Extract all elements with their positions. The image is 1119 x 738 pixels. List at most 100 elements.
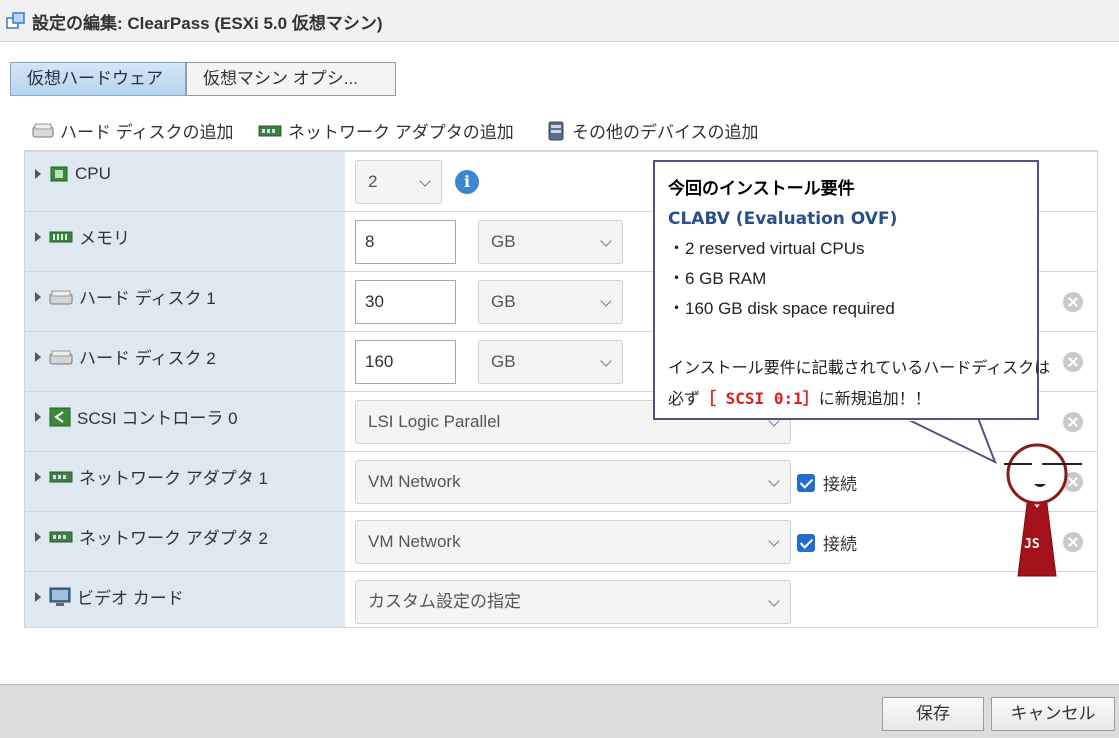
hard-disk-2-label: ハード ディスク 2 — [35, 344, 216, 369]
remove-scsi-controller-icon[interactable] — [1063, 412, 1083, 432]
cancel-button[interactable]: キャンセル — [991, 697, 1115, 731]
memory-size-input[interactable]: 8 — [355, 220, 456, 264]
network-adapter-1-connect-checkbox[interactable]: 接続 — [797, 470, 857, 495]
hard-disk-2-size-input[interactable]: 160 — [355, 340, 456, 384]
callout-item: ・6 GB RAM — [668, 269, 767, 288]
hard-disk-1-size-input[interactable]: 30 — [355, 280, 456, 324]
callout-pointer — [904, 417, 997, 465]
info-icon[interactable]: i — [455, 170, 479, 194]
callout-must-line: 必ず［ SCSI 0:1］に新規追加！！ — [668, 384, 1037, 414]
callout-spacer — [668, 324, 1037, 354]
network-adapter-2-connect-checkbox[interactable]: 接続 — [797, 530, 857, 555]
save-button[interactable]: 保存 — [882, 697, 984, 731]
install-requirements-callout: 今回のインストール要件 CLABV (Evaluation OVF) ・2 re… — [653, 160, 1051, 420]
network-adapter-2-label-text: ネットワーク アダプタ 2 — [79, 529, 268, 548]
callout-title: 今回のインストール要件 — [668, 179, 855, 198]
mascot-character: JS — [1004, 443, 1082, 577]
remove-hard-disk-1-icon[interactable] — [1063, 292, 1083, 312]
memory-icon — [49, 231, 73, 242]
memory-label-text: メモリ — [79, 229, 130, 248]
chevron-down-icon — [419, 175, 431, 187]
checkbox-checked-icon[interactable] — [797, 533, 815, 552]
device-icon — [548, 121, 564, 140]
network-adapter-2-label: ネットワーク アダプタ 2 — [35, 524, 268, 549]
add-other-device-button[interactable]: その他のデバイスの追加 — [546, 118, 759, 143]
network-adapter-1-connect-label: 接続 — [823, 475, 857, 494]
hard-disk-1-unit-value: GB — [491, 292, 516, 311]
scsi-controller-label-text: SCSI コントローラ 0 — [77, 409, 238, 428]
callout-item: ・2 reserved virtual CPUs — [668, 239, 865, 258]
cpu-label-text: CPU — [75, 164, 111, 183]
remove-hard-disk-2-icon[interactable] — [1063, 352, 1083, 372]
add-other-device-label: その他のデバイスの追加 — [572, 123, 759, 142]
network-adapter-2-row: ネットワーク アダプタ 2 VM Network 接続 — [25, 511, 1097, 571]
mascot-badge: JS — [1024, 537, 1040, 552]
expand-caret-icon[interactable] — [35, 351, 41, 362]
expand-caret-icon[interactable] — [35, 531, 41, 542]
memory-unit-select[interactable]: GB — [478, 220, 623, 264]
scsi-controller-label: SCSI コントローラ 0 — [35, 404, 238, 429]
callout-item: ・160 GB disk space required — [668, 299, 895, 318]
network-adapter-2-value: VM Network — [368, 532, 461, 551]
scsi-controller-type-value: LSI Logic Parallel — [368, 412, 501, 431]
monitor-icon — [49, 587, 71, 606]
hard-disk-icon — [49, 350, 73, 364]
cpu-icon — [50, 166, 68, 182]
scsi-controller-icon — [49, 407, 71, 426]
memory-unit-value: GB — [491, 232, 516, 251]
add-hard-disk-button[interactable]: ハード ディスクの追加 — [32, 118, 234, 143]
hard-disk-2-unit-select[interactable]: GB — [478, 340, 623, 384]
network-adapter-icon — [258, 125, 282, 136]
callout-must-highlight: ［ SCSI 0:1］ — [700, 389, 819, 408]
expand-caret-icon[interactable] — [35, 591, 41, 602]
add-network-adapter-label: ネットワーク アダプタの追加 — [288, 123, 514, 142]
hard-disk-1-unit-select[interactable]: GB — [478, 280, 623, 324]
cpu-count-value: 2 — [368, 172, 378, 191]
vm-settings-icon — [6, 12, 25, 29]
expand-caret-icon[interactable] — [35, 231, 41, 242]
hard-disk-icon — [49, 290, 73, 304]
window-title: 設定の編集: ClearPass (ESXi 5.0 仮想マシン) — [32, 14, 383, 33]
callout-subtitle: CLABV (Evaluation OVF) — [668, 209, 898, 229]
hard-disk-icon — [32, 123, 54, 137]
chevron-down-icon — [600, 235, 612, 247]
expand-caret-icon[interactable] — [35, 169, 41, 179]
add-hard-disk-label: ハード ディスクの追加 — [60, 123, 234, 142]
hard-disk-1-label-text: ハード ディスク 1 — [79, 289, 216, 308]
cpu-count-select[interactable]: 2 — [355, 160, 442, 204]
video-card-label-text: ビデオ カード — [77, 589, 184, 608]
tab-virtual-hardware[interactable]: 仮想ハードウェア — [10, 62, 186, 96]
network-adapter-2-select[interactable]: VM Network — [355, 520, 791, 564]
callout-must-suffix: に新規追加！！ — [818, 391, 931, 408]
callout-note: インストール要件に記載されているハードディスクは — [668, 360, 1051, 377]
memory-label: メモリ — [35, 224, 130, 249]
chevron-down-icon — [768, 475, 780, 487]
expand-caret-icon[interactable] — [35, 471, 41, 482]
chevron-down-icon — [768, 535, 780, 547]
callout-must-prefix: 必ず — [668, 391, 701, 408]
video-card-select[interactable]: カスタム設定の指定 — [355, 580, 791, 624]
network-adapter-1-label: ネットワーク アダプタ 1 — [35, 464, 268, 489]
cpu-label: CPU — [35, 164, 111, 184]
video-card-value: カスタム設定の指定 — [368, 592, 521, 611]
video-card-label: ビデオ カード — [35, 584, 184, 609]
network-adapter-2-connect-label: 接続 — [823, 535, 857, 554]
network-adapter-icon — [49, 531, 73, 542]
checkbox-checked-icon[interactable] — [797, 473, 815, 492]
title-bar: 設定の編集: ClearPass (ESXi 5.0 仮想マシン) — [0, 0, 1119, 42]
add-network-adapter-button[interactable]: ネットワーク アダプタの追加 — [258, 118, 514, 143]
hard-disk-2-unit-value: GB — [491, 352, 516, 371]
chevron-down-icon — [600, 355, 612, 367]
network-adapter-icon — [49, 471, 73, 482]
expand-caret-icon[interactable] — [35, 291, 41, 302]
dialog-footer: 保存 キャンセル — [0, 684, 1119, 738]
tab-vm-options[interactable]: 仮想マシン オプシ... — [186, 62, 396, 96]
expand-caret-icon[interactable] — [35, 411, 41, 422]
network-adapter-1-select[interactable]: VM Network — [355, 460, 791, 504]
chevron-down-icon — [768, 595, 780, 607]
chevron-down-icon — [600, 295, 612, 307]
network-adapter-1-label-text: ネットワーク アダプタ 1 — [79, 469, 268, 488]
video-card-row: ビデオ カード カスタム設定の指定 — [25, 571, 1097, 627]
hard-disk-1-label: ハード ディスク 1 — [35, 284, 216, 309]
hard-disk-2-label-text: ハード ディスク 2 — [79, 349, 216, 368]
